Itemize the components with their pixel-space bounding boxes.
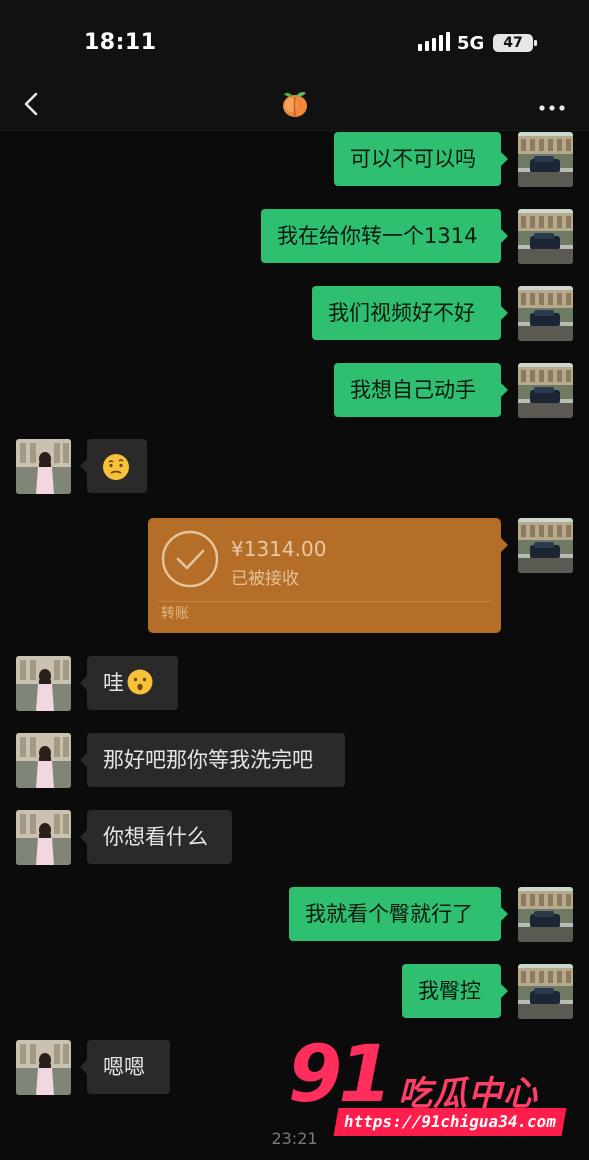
message-text: 嗯嗯 [103, 1055, 145, 1079]
avatar-self[interactable] [518, 132, 573, 187]
incoming-message[interactable]: 哇 [80, 656, 178, 710]
outgoing-message[interactable]: 我臀控 [402, 964, 508, 1018]
outgoing-message[interactable]: 我就看个臀就行了 [289, 887, 508, 941]
avatar-self[interactable] [518, 286, 573, 341]
avatar-self[interactable] [518, 964, 573, 1019]
status-time: 18:11 [84, 30, 157, 55]
hushed-face-emoji-icon [127, 669, 153, 695]
message-text: 我想自己动手 [350, 378, 476, 402]
message-text: 我们视频好不好 [328, 301, 475, 325]
outgoing-message[interactable]: 我们视频好不好 [312, 286, 508, 340]
avatar-contact[interactable] [16, 733, 71, 788]
network-type: 5G [457, 33, 485, 54]
chat-header [0, 80, 589, 131]
chevron-left-icon[interactable] [18, 86, 46, 122]
transfer-status: 已被接收 [231, 569, 299, 589]
avatar-contact[interactable] [16, 810, 71, 865]
transfer-label: 转账 [161, 606, 189, 622]
outgoing-message[interactable]: 我想自己动手 [334, 363, 508, 417]
watermark-number: 91 [288, 1030, 393, 1120]
battery-icon: 47 [493, 34, 537, 52]
transfer-received-check-icon [161, 530, 219, 588]
message-text: 你想看什么 [103, 825, 208, 849]
incoming-message[interactable] [80, 439, 147, 493]
status-bar: 18:11 5G 47 [0, 0, 589, 80]
more-dots-icon[interactable] [536, 88, 568, 120]
peach-emoji-icon [283, 92, 307, 117]
message-text: 我就看个臀就行了 [305, 902, 473, 926]
outgoing-message[interactable]: 我在给你转一个1314 [261, 209, 508, 263]
incoming-message[interactable]: 嗯嗯 [80, 1040, 170, 1094]
outgoing-message[interactable]: 可以不可以吗 [334, 132, 508, 186]
message-text: 我在给你转一个1314 [277, 224, 478, 248]
message-text: 可以不可以吗 [350, 147, 476, 171]
money-transfer-card[interactable]: ¥1314.00 已被接收 转账 [148, 518, 508, 633]
signal-strength-icon [418, 32, 450, 51]
incoming-message[interactable]: 那好吧那你等我洗完吧 [80, 733, 345, 787]
divider [158, 601, 491, 602]
avatar-self[interactable] [518, 363, 573, 418]
confused-face-emoji-icon [103, 454, 129, 480]
avatar-contact[interactable] [16, 439, 71, 494]
avatar-contact[interactable] [16, 656, 71, 711]
battery-level: 47 [503, 35, 523, 51]
incoming-message[interactable]: 你想看什么 [80, 810, 232, 864]
avatar-self[interactable] [518, 887, 573, 942]
message-text: 那好吧那你等我洗完吧 [103, 748, 313, 772]
message-text: 哇 [103, 671, 124, 695]
site-watermark: 91 吃瓜中心 https://91chigua34.com [288, 1030, 578, 1145]
avatar-contact[interactable] [16, 1040, 71, 1095]
watermark-url: https://91chigua34.com [333, 1108, 567, 1136]
avatar-self[interactable] [518, 209, 573, 264]
avatar-self[interactable] [518, 518, 573, 573]
message-text: 我臀控 [418, 979, 481, 1003]
transfer-amount: ¥1314.00 [231, 537, 327, 561]
